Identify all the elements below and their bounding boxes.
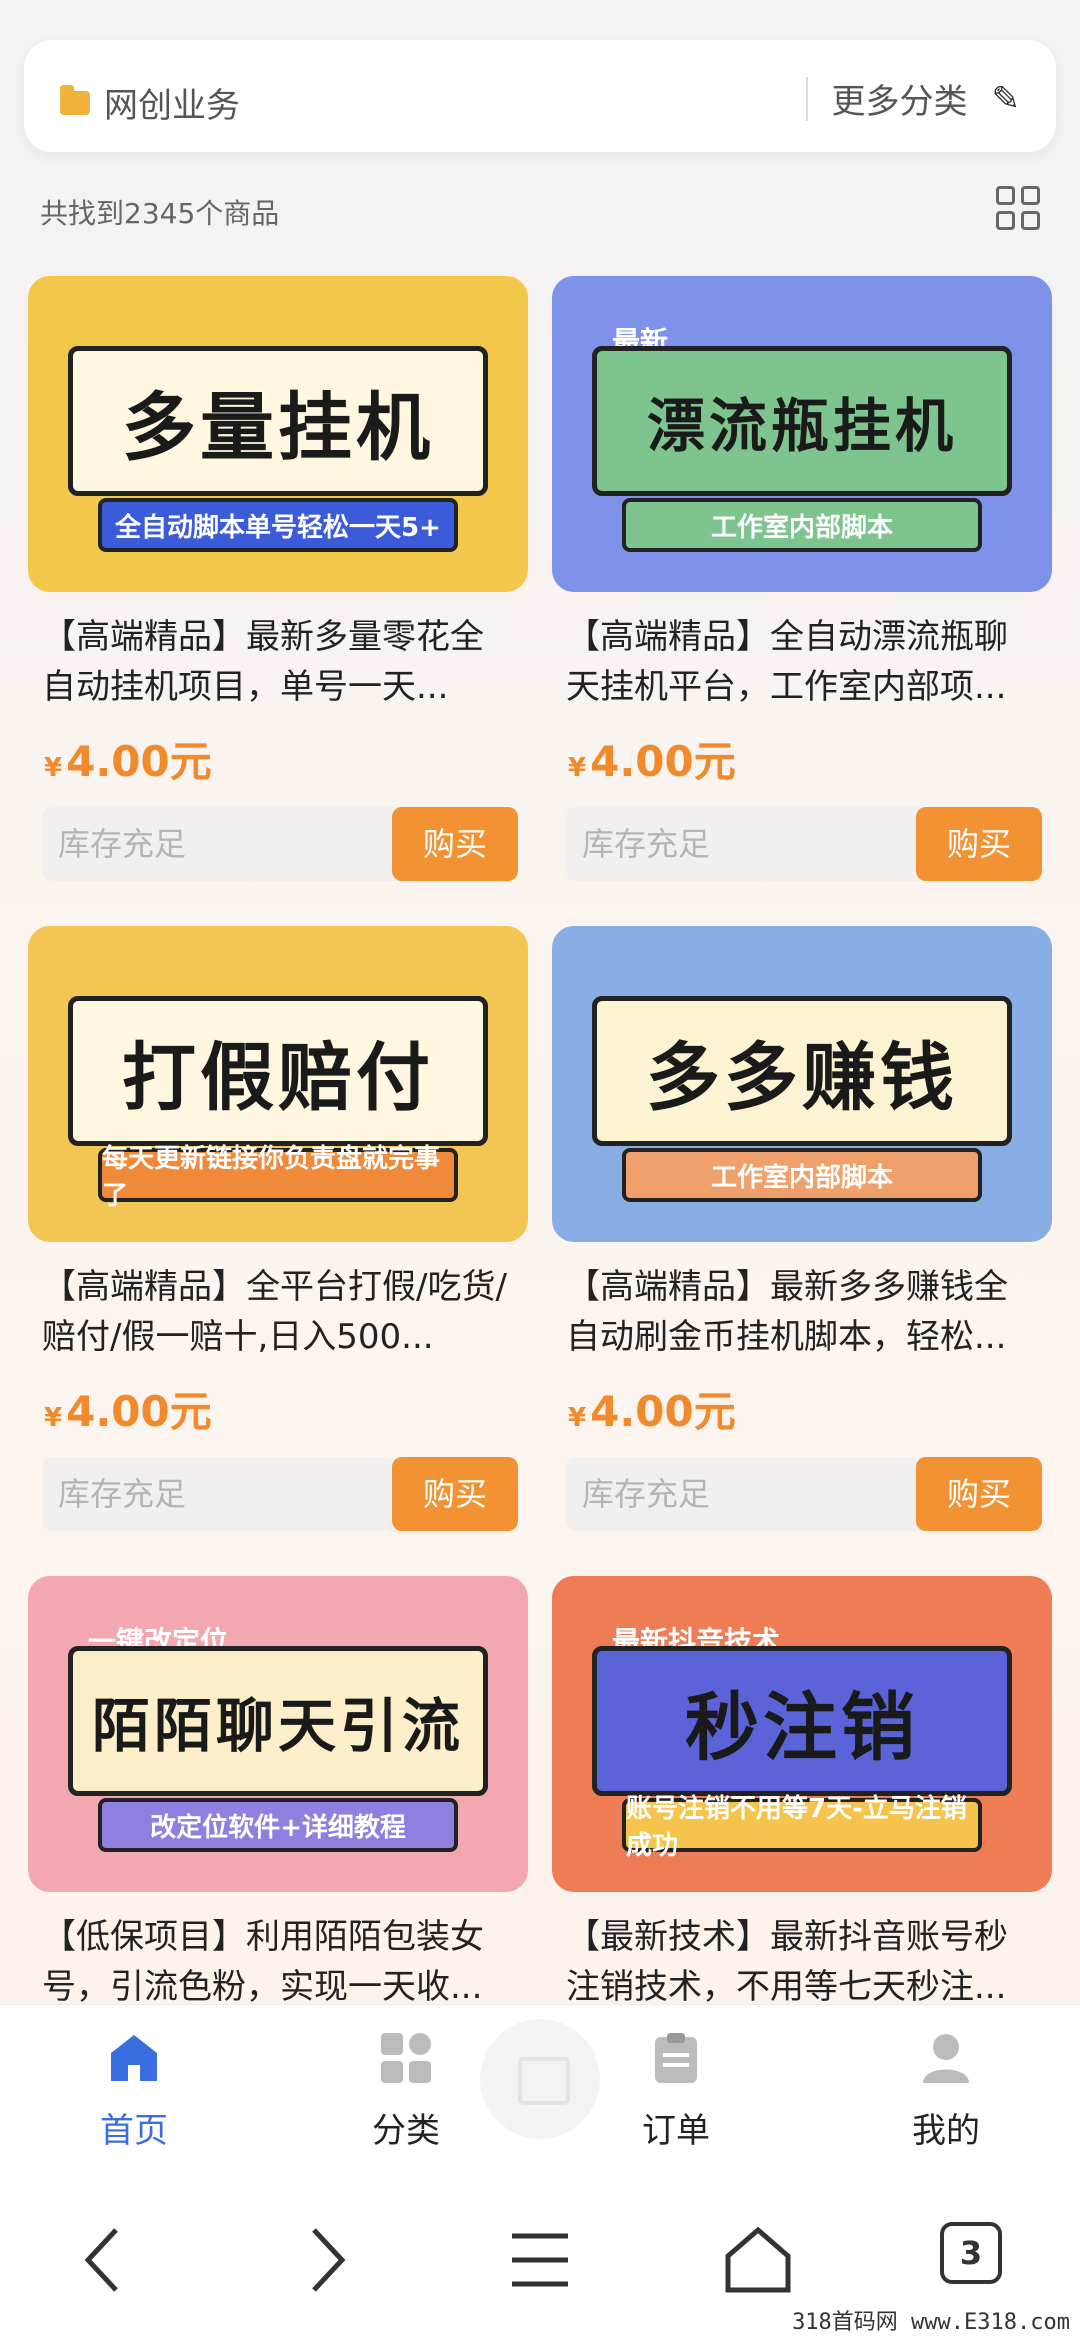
- product-title[interactable]: 【低保项目】利用陌陌包装女号，引流色粉，实现一天收...: [28, 1912, 528, 2012]
- product-actions: 库存充足购买: [566, 807, 1042, 881]
- divider: [805, 76, 808, 121]
- product-price: ¥4.00元: [28, 728, 528, 789]
- product-image-subtitle: 工作室内部脚本: [622, 498, 982, 552]
- currency-symbol: ¥: [568, 753, 587, 783]
- currency-symbol: ¥: [44, 1403, 63, 1433]
- folder-icon: [60, 84, 90, 115]
- product-title[interactable]: 【高端精品】全自动漂流瓶聊天挂机平台，工作室内部项...: [552, 612, 1052, 712]
- stock-status: 库存充足: [42, 807, 422, 881]
- product-title[interactable]: 【最新技术】最新抖音账号秒注销技术，不用等七天秒注...: [552, 1912, 1052, 2012]
- more-categories-button[interactable]: 更多分类 ✎: [805, 74, 1021, 123]
- product-image[interactable]: 最新抖音技术 秒注销 账号注销不用等7天-立马注销成功: [552, 1576, 1052, 1892]
- product-image[interactable]: 一键改定位 陌陌聊天引流 改定位软件+详细教程: [28, 1576, 528, 1892]
- product-title[interactable]: 【高端精品】最新多多赚钱全自动刷金币挂机脚本，轻松...: [552, 1262, 1052, 1362]
- product-card[interactable]: 打假赔付 每天更新链接你负责盘就完事了【高端精品】全平台打假/吃货/赔付/假一赔十…: [28, 926, 528, 1531]
- tab-mine-label: 我的: [912, 2111, 980, 2151]
- price-value: 4.00元: [590, 1387, 736, 1436]
- product-price: ¥4.00元: [552, 1378, 1052, 1439]
- product-price: ¥4.00元: [552, 728, 1052, 789]
- tab-orders-label: 订单: [642, 2111, 710, 2151]
- product-image-title: 漂流瓶挂机: [592, 346, 1012, 496]
- product-image-title: 秒注销: [592, 1646, 1012, 1796]
- product-actions: 库存充足购买: [42, 807, 518, 881]
- tab-category-label: 分类: [372, 2111, 440, 2151]
- tab-home-label: 首页: [100, 2111, 168, 2151]
- currency-symbol: ¥: [44, 753, 63, 783]
- product-image-subtitle: 改定位软件+详细教程: [98, 1798, 458, 1852]
- product-image[interactable]: 多量挂机 全自动脚本单号轻松一天5+: [28, 276, 528, 592]
- price-value: 4.00元: [66, 737, 212, 786]
- product-image[interactable]: 最新 漂流瓶挂机 工作室内部脚本: [552, 276, 1052, 592]
- product-title[interactable]: 【高端精品】最新多量零花全自动挂机项目，单号一天...: [28, 612, 528, 712]
- product-image-subtitle: 账号注销不用等7天-立马注销成功: [622, 1794, 982, 1861]
- tabs-icon[interactable]: 3: [940, 2222, 1002, 2284]
- user-icon: [919, 2031, 973, 2085]
- center-action-button[interactable]: [480, 2019, 600, 2139]
- stock-status: 库存充足: [566, 1457, 946, 1531]
- product-card[interactable]: 多量挂机 全自动脚本单号轻松一天5+ 【高端精品】最新多量零花全自动挂机项目，单号一…: [28, 276, 528, 881]
- product-image-title: 陌陌聊天引流: [68, 1646, 488, 1796]
- product-actions: 库存充足购买: [566, 1457, 1042, 1531]
- more-categories-label: 更多分类: [831, 82, 968, 122]
- result-count: 共找到2345个商品: [40, 197, 280, 230]
- product-image-subtitle: 全自动脚本单号轻松一天5+: [98, 498, 458, 552]
- page: 网创业务 更多分类 ✎ 共找到2345个商品 多量挂机 全自动脚本单号轻松一天5+…: [0, 0, 1080, 2340]
- product-price: ¥4.00元: [28, 1378, 528, 1439]
- back-arrow-icon[interactable]: [64, 2220, 144, 2300]
- product-image-title: 多量挂机: [68, 346, 488, 496]
- product-title[interactable]: 【高端精品】全平台打假/吃货/赔付/假一赔十,日入500...: [28, 1262, 528, 1362]
- grid-view-icon[interactable]: [996, 186, 1040, 230]
- home-icon: [107, 2031, 161, 2085]
- category-current[interactable]: 网创业务: [60, 78, 240, 127]
- product-image-title: 多多赚钱: [592, 996, 1012, 1146]
- stock-status: 库存充足: [42, 1457, 422, 1531]
- edit-icon: ✎: [991, 78, 1021, 119]
- menu-icon[interactable]: [500, 2220, 580, 2300]
- tab-home[interactable]: 首页: [54, 2031, 214, 2152]
- category-label: 网创业务: [104, 86, 240, 126]
- price-value: 4.00元: [66, 1387, 212, 1436]
- watermark: 318首码网 www.E318.com: [792, 2310, 1070, 2335]
- results-bar: 共找到2345个商品: [40, 186, 1040, 236]
- bottom-tab-bar: 首页 分类 订单 我的: [0, 2004, 1080, 2170]
- product-image-subtitle: 每天更新链接你负责盘就完事了: [98, 1144, 458, 1211]
- tab-orders[interactable]: 订单: [596, 2031, 756, 2152]
- category-icon: [379, 2031, 433, 2085]
- tab-mine[interactable]: 我的: [866, 2031, 1026, 2152]
- home-outline-icon[interactable]: [718, 2220, 798, 2300]
- product-actions: 库存充足购买: [42, 1457, 518, 1531]
- buy-button[interactable]: 购买: [916, 807, 1042, 881]
- category-card: 网创业务 更多分类 ✎: [24, 40, 1056, 152]
- buy-button[interactable]: 购买: [916, 1457, 1042, 1531]
- currency-symbol: ¥: [568, 1403, 587, 1433]
- price-value: 4.00元: [590, 737, 736, 786]
- clipboard-icon: [649, 2031, 703, 2085]
- buy-button[interactable]: 购买: [392, 807, 518, 881]
- buy-button[interactable]: 购买: [392, 1457, 518, 1531]
- product-image[interactable]: 多多赚钱 工作室内部脚本: [552, 926, 1052, 1242]
- product-card[interactable]: 多多赚钱 工作室内部脚本【高端精品】最新多多赚钱全自动刷金币挂机脚本，轻松... ¥…: [552, 926, 1052, 1531]
- product-card[interactable]: 最新 漂流瓶挂机 工作室内部脚本【高端精品】全自动漂流瓶聊天挂机平台，工作室内部项.…: [552, 276, 1052, 881]
- stock-status: 库存充足: [566, 807, 946, 881]
- product-image-title: 打假赔付: [68, 996, 488, 1146]
- product-image[interactable]: 打假赔付 每天更新链接你负责盘就完事了: [28, 926, 528, 1242]
- tab-category[interactable]: 分类: [326, 2031, 486, 2152]
- forward-arrow-icon[interactable]: [286, 2220, 366, 2300]
- product-image-subtitle: 工作室内部脚本: [622, 1148, 982, 1202]
